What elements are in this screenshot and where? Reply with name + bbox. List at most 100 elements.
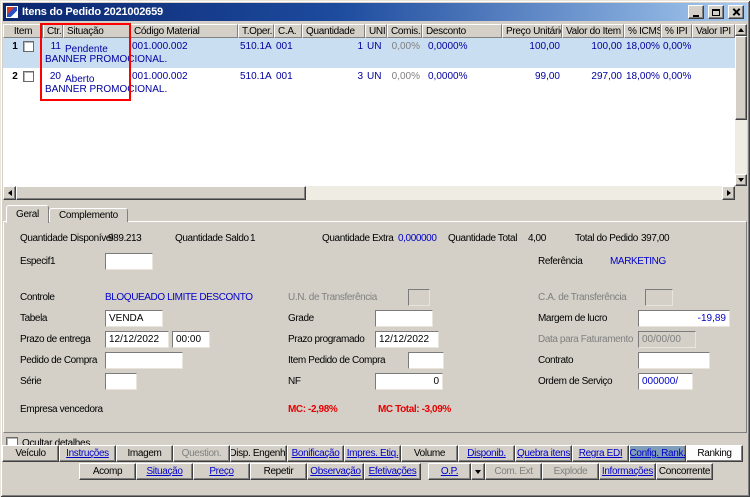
veiculo-button[interactable]: Veículo — [2, 445, 59, 462]
tab-complemento[interactable]: Complemento — [49, 208, 128, 222]
maximize-button[interactable] — [708, 5, 724, 19]
nf-input[interactable] — [375, 373, 443, 390]
item-pedido-de-compra-input[interactable] — [408, 352, 444, 369]
col-header-comis[interactable]: Comis. — [387, 24, 422, 38]
close-button[interactable] — [728, 5, 744, 19]
table-row-2[interactable]: 2 20 Aberto 001.000.002 510.1A 001 3 UN … — [3, 68, 735, 98]
total-do-pedido-value: 397,00 — [641, 233, 669, 244]
ordem-de-servico-input[interactable] — [638, 373, 693, 390]
window-title: Itens do Pedido 2021002659 — [22, 6, 684, 18]
minimize-icon — [693, 15, 699, 17]
prazo-de-entrega-label: Prazo de entrega — [20, 334, 90, 345]
mc-total-value: MC Total: -3,09% — [378, 404, 451, 415]
col-header-ca[interactable]: C.A. — [274, 24, 302, 38]
observacao-button[interactable]: Observação — [307, 463, 364, 480]
tabela-input[interactable] — [105, 310, 163, 327]
cell-ctr: 11 — [43, 40, 63, 53]
informacoes-button[interactable]: Informações — [599, 463, 656, 480]
col-header-preco-unitario[interactable]: Preço Unitário — [502, 24, 562, 38]
serie-input[interactable] — [105, 373, 137, 390]
volume-button[interactable]: Volume — [401, 445, 458, 462]
cell-uni: UN — [365, 40, 387, 53]
prazo-de-entrega-data-input[interactable] — [105, 331, 169, 348]
vertical-scroll-thumb[interactable] — [735, 36, 747, 120]
col-header-ipi[interactable]: % IPI — [661, 24, 692, 38]
tab-geral[interactable]: Geral — [6, 205, 49, 223]
ordem-de-servico-label: Ordem de Serviço — [538, 376, 612, 387]
cell-situacao: Pendente — [63, 40, 130, 53]
cell-preco-unitario: 100,00 — [502, 40, 562, 53]
bonificacao-button[interactable]: Bonificação — [287, 445, 344, 462]
col-header-item[interactable]: Item — [3, 24, 43, 38]
col-header-ctr[interactable]: Ctr. — [43, 24, 63, 38]
col-header-situacao[interactable]: Situação — [63, 24, 130, 38]
cell-quantidade: 1 — [302, 40, 365, 53]
arrow-right-icon — [727, 190, 731, 196]
margem-de-lucro-input[interactable] — [638, 310, 730, 327]
table-row-1[interactable]: 1 11 Pendente 001.000.002 510.1A 001 1 U… — [3, 38, 735, 68]
scroll-up-button[interactable] — [735, 24, 747, 36]
quebra-itens-button[interactable]: Quebra itens — [515, 445, 572, 462]
vertical-scrollbar[interactable] — [735, 24, 747, 186]
preco-button[interactable]: Preço — [193, 463, 250, 480]
acomp-button[interactable]: Acomp — [79, 463, 136, 480]
disponib-button[interactable]: Disponib. — [458, 445, 515, 462]
cell-valor-do-item: 100,00 — [562, 40, 624, 53]
app-icon — [6, 6, 18, 18]
cell-ca: 001 — [274, 40, 302, 53]
impres-etiq-button[interactable]: Impres. Etiq. — [344, 445, 401, 462]
grade-input[interactable] — [375, 310, 433, 327]
prazo-de-entrega-hora-input[interactable] — [172, 331, 210, 348]
instrucoes-button[interactable]: Instruções — [59, 445, 116, 462]
cell-item: 2 — [3, 70, 43, 83]
concorrente-button[interactable]: Concorrente — [656, 463, 713, 480]
horizontal-scrollbar[interactable] — [3, 186, 735, 200]
empresa-vencedora-label: Empresa vencedora — [20, 404, 103, 415]
col-header-codigo-material[interactable]: Código Material — [130, 24, 238, 38]
mc-value: MC: -2,98% — [288, 404, 337, 415]
col-header-valor-ipi[interactable]: Valor IPI — [692, 24, 735, 38]
controle-value: BLOQUEADO LIMITE DESCONTO — [105, 292, 253, 303]
especif1-input[interactable] — [105, 253, 153, 270]
col-header-valor-do-item[interactable]: Valor do Item — [562, 24, 624, 38]
efetivacoes-button[interactable]: Efetivações — [364, 463, 421, 480]
question-button: Question. — [173, 445, 230, 462]
situacao-button[interactable]: Situação — [136, 463, 193, 480]
pedido-de-compra-input[interactable] — [105, 352, 183, 369]
quantidade-disponivel-label: Quantidade Disponível — [20, 233, 113, 244]
ranking-button[interactable]: Ranking — [686, 445, 743, 462]
op-dropdown-button[interactable] — [471, 463, 485, 480]
scroll-down-button[interactable] — [735, 174, 747, 186]
quantidade-extra-label: Quantidade Extra — [322, 233, 393, 244]
col-header-desconto[interactable]: Desconto — [422, 24, 502, 38]
explode-button: Explode — [542, 463, 599, 480]
referencia-label: Referência — [538, 256, 582, 267]
col-header-icms[interactable]: % ICMS — [624, 24, 661, 38]
col-header-uni[interactable]: UNI — [365, 24, 387, 38]
prazo-programado-input[interactable] — [375, 331, 439, 348]
config-rank-button[interactable]: Config. Rank. — [629, 445, 686, 462]
contrato-label: Contrato — [538, 355, 573, 366]
imagem-button[interactable]: Imagem — [116, 445, 173, 462]
cell-codigo-material: 001.000.002 — [130, 70, 238, 83]
titlebar[interactable]: Itens do Pedido 2021002659 — [3, 3, 747, 21]
scroll-left-button[interactable] — [3, 186, 16, 200]
col-header-quantidade[interactable]: Quantidade — [302, 24, 365, 38]
un-transferencia-label: U.N. de Transferência — [288, 292, 377, 303]
op-button[interactable]: O.P. — [428, 463, 471, 480]
tabela-label: Tabela — [20, 313, 47, 324]
cell-quantidade: 3 — [302, 70, 365, 83]
row-checkbox[interactable] — [23, 71, 34, 82]
serie-label: Série — [20, 376, 41, 387]
contrato-input[interactable] — [638, 352, 710, 369]
scroll-right-button[interactable] — [722, 186, 735, 200]
col-header-toper[interactable]: T.Oper. — [238, 24, 274, 38]
repetir-button[interactable]: Repetir — [250, 463, 307, 480]
row-checkbox[interactable] — [23, 41, 34, 52]
regra-edi-button[interactable]: Regra EDI — [572, 445, 629, 462]
quantidade-saldo-label: Quantidade Saldo — [175, 233, 249, 244]
horizontal-scroll-thumb[interactable] — [16, 186, 306, 200]
minimize-button[interactable] — [688, 5, 704, 19]
disp-engenh-button[interactable]: Disp. Engenh. — [230, 445, 287, 462]
detail-tabs: Geral Complemento — [6, 204, 128, 222]
